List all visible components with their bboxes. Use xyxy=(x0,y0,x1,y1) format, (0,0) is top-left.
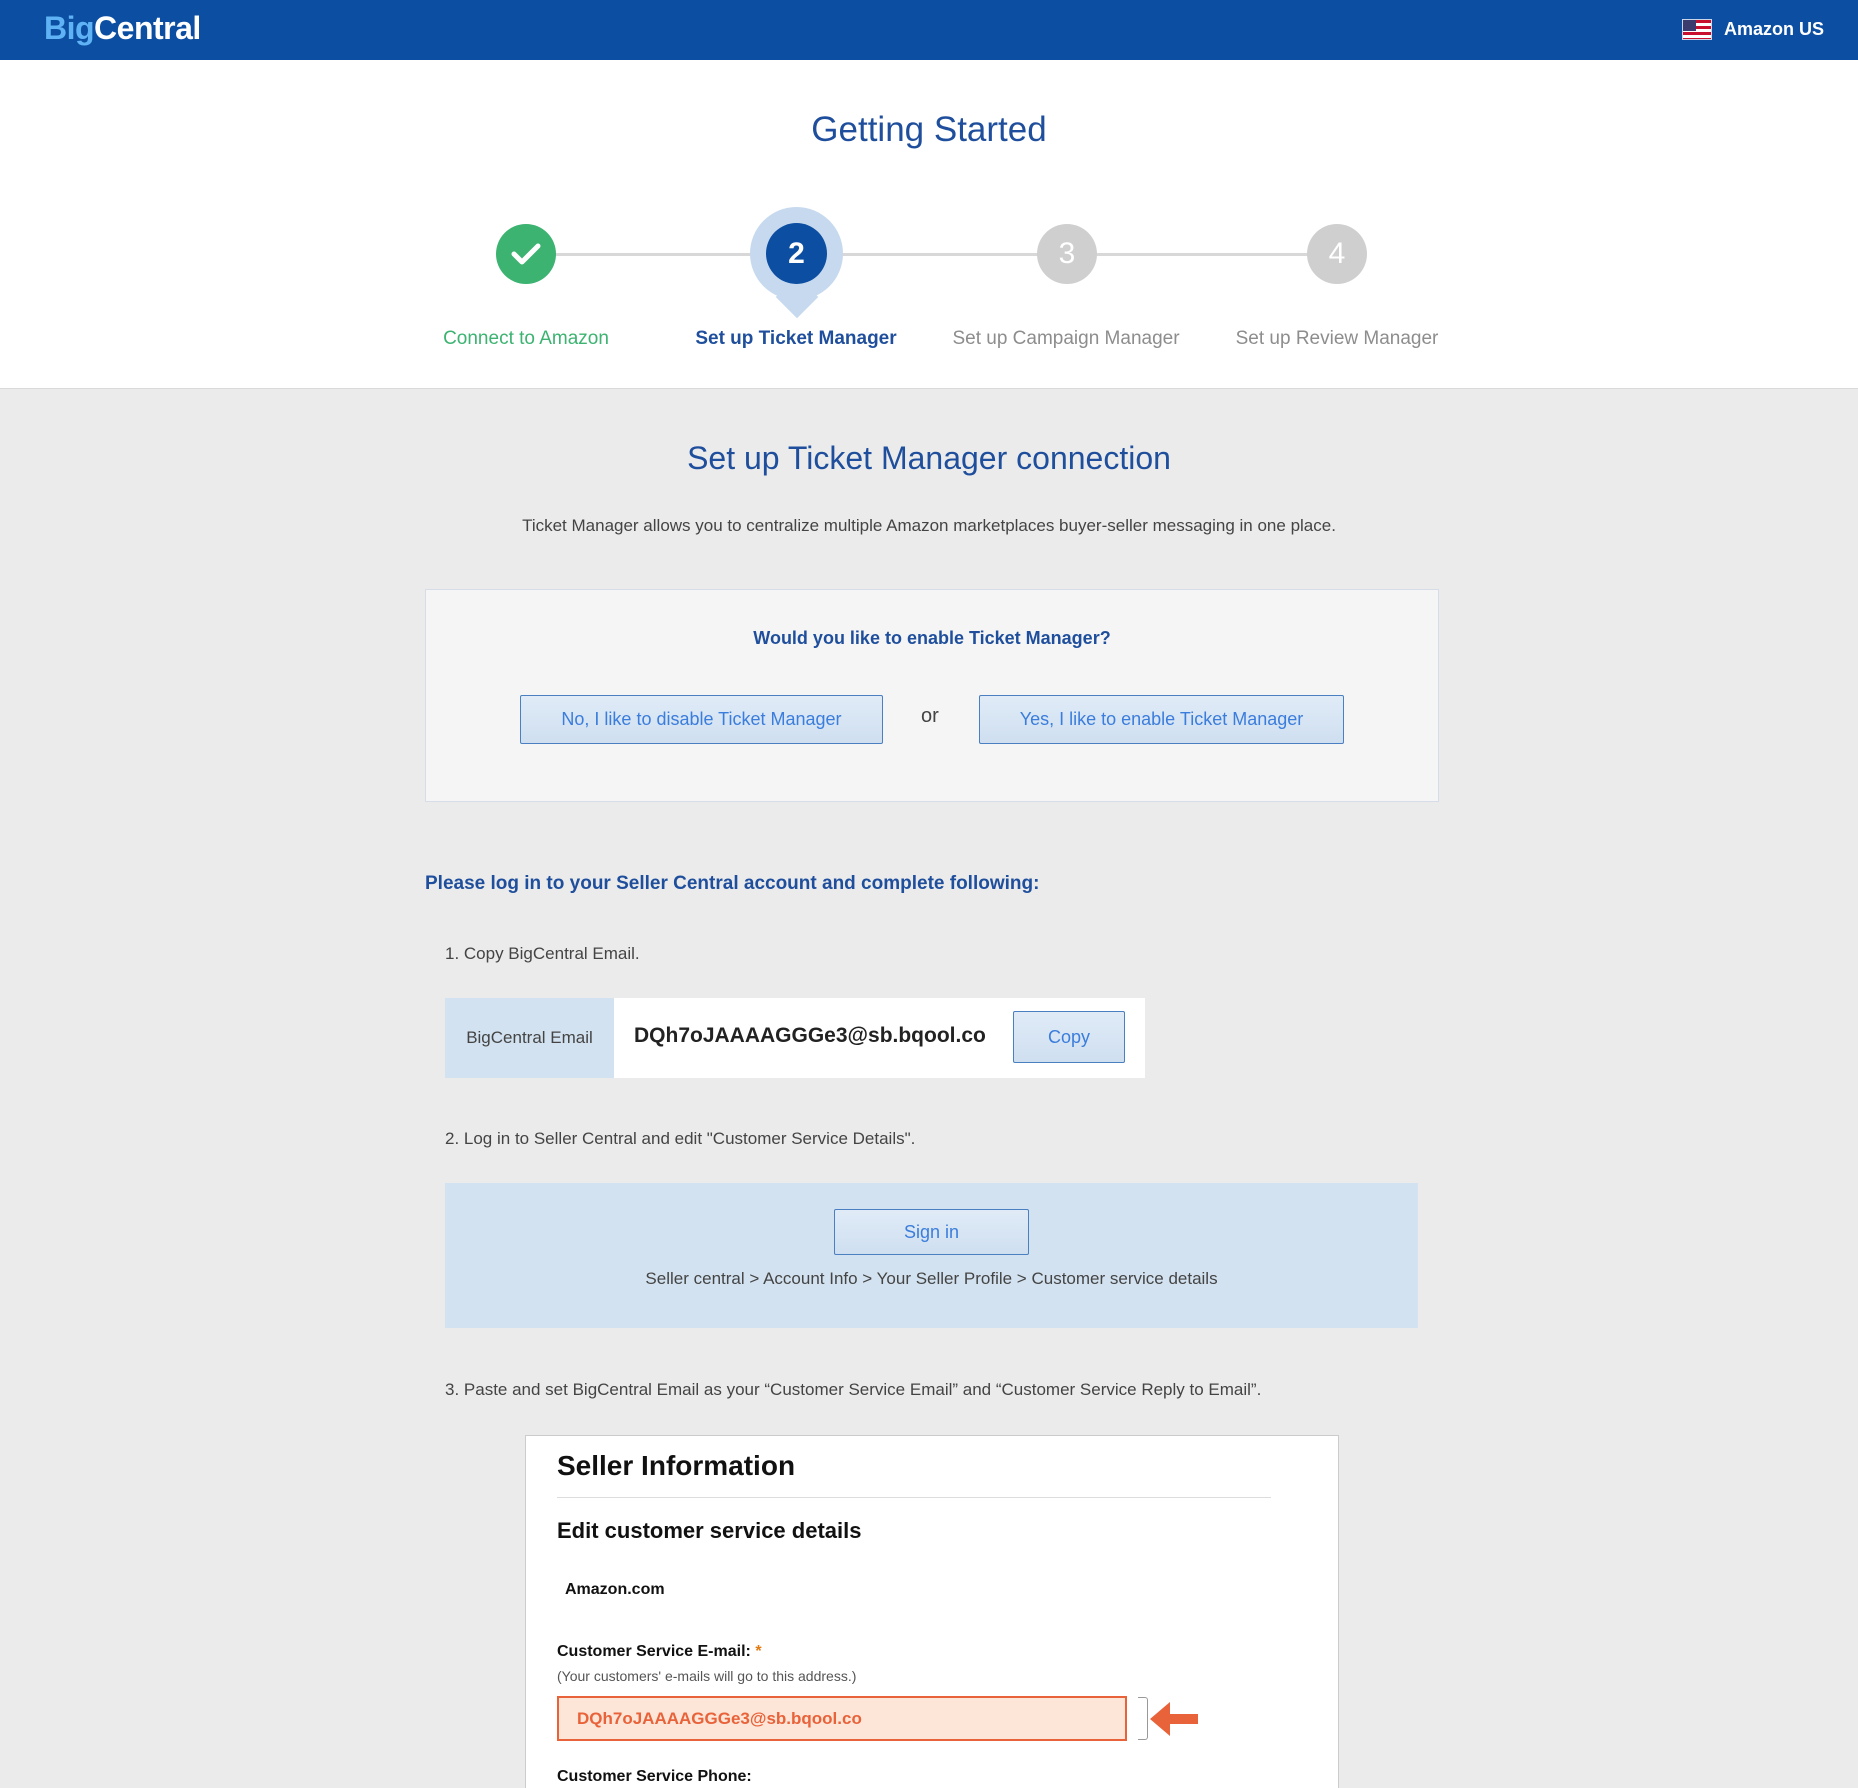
marketplace-selector[interactable]: Amazon US xyxy=(1724,19,1824,40)
email-label: BigCentral Email xyxy=(445,998,614,1078)
top-bar: BigCentral Amazon US xyxy=(0,0,1858,60)
divider xyxy=(557,1497,1271,1498)
enable-question: Would you like to enable Ticket Manager? xyxy=(753,628,1111,648)
bigcentral-email-value[interactable]: DQh7oJAAAAGGGe3@sb.bqool.co xyxy=(634,1024,986,1048)
page-title: Getting Started xyxy=(811,110,1047,149)
login-instructions-heading: Please log in to your Seller Central acc… xyxy=(425,873,1040,894)
cs-phone-label: Customer Service Phone: xyxy=(557,1768,752,1785)
section-title: Set up Ticket Manager connection xyxy=(687,440,1171,476)
arrow-left-icon xyxy=(1150,1702,1198,1736)
instruction-step-2: 2. Log in to Seller Central and edit "Cu… xyxy=(445,1129,916,1148)
bigcentral-email-row: BigCentral Email DQh7oJAAAAGGGe3@sb.bqoo… xyxy=(445,998,1145,1078)
instruction-step-1: 1. Copy BigCentral Email. xyxy=(445,944,640,963)
sign-in-panel: Sign in Seller central > Account Info > … xyxy=(445,1183,1418,1328)
seller-info-title: Seller Information xyxy=(557,1450,796,1481)
enable-ticket-manager-button[interactable]: Yes, I like to enable Ticket Manager xyxy=(979,695,1344,744)
getting-started-panel: Getting Started 2 3 4 Connect to Amazon … xyxy=(0,60,1858,389)
step-connector xyxy=(1067,253,1337,256)
instruction-step-3: 3. Paste and set BigCentral Email as you… xyxy=(445,1380,1262,1399)
enable-ticket-manager-card: Would you like to enable Ticket Manager?… xyxy=(425,589,1439,802)
disable-ticket-manager-button[interactable]: No, I like to disable Ticket Manager xyxy=(520,695,883,744)
seller-information-example: Seller Information Edit customer service… xyxy=(525,1435,1339,1788)
logo-big: Big xyxy=(44,10,95,46)
cs-email-label: Customer Service E-mail: * xyxy=(557,1643,762,1661)
step-1-check-icon xyxy=(496,224,556,284)
marketplace-name: Amazon.com xyxy=(565,1581,665,1598)
us-flag-icon[interactable] xyxy=(1682,19,1712,40)
cs-email-label-text: Customer Service E-mail: xyxy=(557,1643,751,1660)
navigation-path: Seller central > Account Info > Your Sel… xyxy=(645,1269,1218,1288)
step-label-ticket-manager: Set up Ticket Manager xyxy=(695,328,897,349)
sign-in-button[interactable]: Sign in xyxy=(834,1209,1029,1255)
required-mark: * xyxy=(755,1643,762,1660)
cs-email-hint: (Your customers' e-mails will go to this… xyxy=(557,1668,857,1684)
step-2-indicator: 2 xyxy=(766,223,827,284)
logo-central: Central xyxy=(94,10,201,46)
input-edge xyxy=(1138,1697,1148,1740)
bigcentral-logo[interactable]: BigCentral xyxy=(44,10,201,47)
seller-info-subtitle: Edit customer service details xyxy=(557,1518,862,1543)
or-separator: or xyxy=(921,705,939,727)
step-label-review-manager: Set up Review Manager xyxy=(1235,328,1439,349)
cs-email-input[interactable]: DQh7oJAAAAGGGe3@sb.bqool.co xyxy=(557,1696,1127,1741)
section-intro: Ticket Manager allows you to centralize … xyxy=(522,516,1336,535)
copy-email-button[interactable]: Copy xyxy=(1013,1011,1125,1063)
step-label-connect-amazon: Connect to Amazon xyxy=(443,328,609,349)
step-3-indicator: 3 xyxy=(1037,224,1097,284)
step-4-indicator: 4 xyxy=(1307,224,1367,284)
step-label-campaign-manager: Set up Campaign Manager xyxy=(952,328,1180,349)
